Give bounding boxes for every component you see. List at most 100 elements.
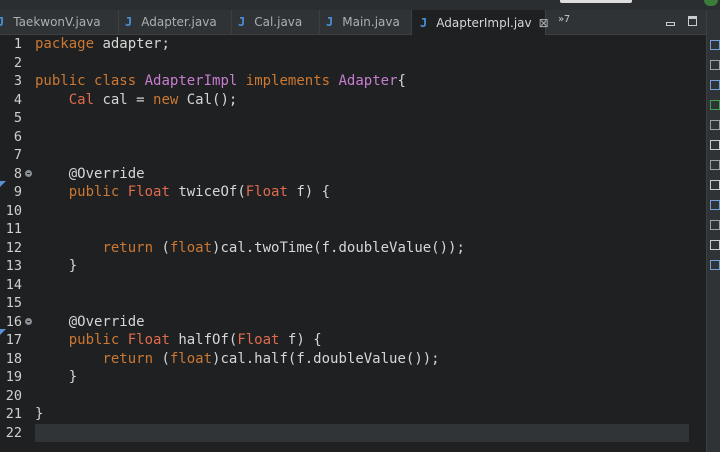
tab-adapterimpl[interactable]: J AdapterImpl.jav ⊠	[412, 10, 549, 35]
code-text: }	[35, 405, 43, 424]
code-line[interactable]: 3 public class AdapterImpl implements Ada…	[0, 72, 706, 91]
code-token: public	[68, 332, 120, 348]
line-number: 14	[5, 276, 22, 293]
code-token: halfOf(	[169, 332, 238, 348]
current-line-highlight	[35, 423, 689, 442]
fold-toggle-icon[interactable]	[25, 169, 32, 177]
maximize-icon[interactable]	[688, 16, 697, 26]
terminal-icon[interactable]	[710, 220, 720, 230]
line-number: 17	[5, 332, 22, 348]
code-text: }	[35, 257, 77, 276]
code-token: adapter;	[94, 36, 170, 52]
tab-main[interactable]: J Main.java	[320, 10, 412, 34]
code-text: return (float)cal.half(f.doubleValue());	[35, 350, 440, 369]
code-line[interactable]: 11	[0, 220, 706, 239]
code-token: float	[169, 239, 213, 256]
code-token: Cal	[68, 91, 95, 108]
code-token: (	[153, 350, 170, 367]
code-token: implements	[245, 73, 331, 89]
line-number: 2	[13, 54, 22, 71]
code-line[interactable]: 10	[0, 202, 706, 221]
hierarchy-icon[interactable]	[710, 180, 720, 190]
tree-icon[interactable]	[710, 80, 720, 90]
code-line[interactable]: 13 }	[0, 257, 706, 276]
tab-cal[interactable]: J Cal.java	[232, 10, 320, 34]
code-token: )cal.half(f.doubleValue());	[212, 350, 440, 367]
code-line[interactable]: 16 @Override	[0, 313, 706, 332]
code-line[interactable]: 4 Cal cal = new Cal();	[0, 91, 706, 110]
code-line[interactable]: 17 public Float halfOf(Float f) {	[0, 329, 706, 350]
code-text: public Float twiceOf(Float f) {	[35, 183, 330, 202]
line-number: 6	[13, 128, 22, 145]
code-token: )cal.twoTime(f.doubleValue());	[212, 239, 465, 256]
line-number: 7	[13, 147, 22, 163]
tab-overflow-button[interactable]: »7	[558, 14, 570, 25]
code-line[interactable]: 22	[0, 423, 706, 442]
code-line[interactable]: 1 package adapter;	[0, 35, 706, 54]
outline-icon[interactable]	[710, 40, 720, 50]
quick-access-field[interactable]	[560, 0, 632, 3]
code-line[interactable]: 7	[0, 146, 706, 165]
console-icon[interactable]	[710, 140, 720, 150]
perspective-icon[interactable]	[704, 0, 718, 6]
code-text: @Override	[35, 165, 145, 184]
code-line[interactable]: 8 @Override	[0, 165, 706, 184]
line-number: 9	[13, 184, 22, 200]
run-icon[interactable]	[710, 100, 720, 110]
tab-adapter[interactable]: J Adapter.java	[119, 10, 232, 34]
code-text: return (float)cal.twoTime(f.doubleValue(…	[35, 239, 465, 258]
window-top-strip	[0, 0, 720, 10]
line-number: 20	[5, 387, 22, 404]
code-token: Float	[127, 184, 170, 200]
search-icon[interactable]	[710, 240, 720, 250]
tab-taekwonv[interactable]: J TaekwonV.java	[0, 10, 119, 34]
code-editor[interactable]: 1 package adapter; 2 3 public class AdapterI…	[0, 35, 706, 452]
view-icon[interactable]	[710, 160, 720, 170]
debug-icon[interactable]	[710, 200, 720, 210]
code-text: }	[35, 368, 77, 387]
tab-label: TaekwonV.java	[13, 15, 101, 29]
code-line[interactable]: 14	[0, 276, 706, 295]
code-token: }	[35, 406, 44, 422]
tab-label: AdapterImpl.jav	[436, 15, 532, 30]
code-token: }	[35, 369, 78, 385]
close-tab-icon[interactable]: ⊠	[539, 16, 549, 30]
line-number: 3	[13, 73, 22, 89]
line-number: 19	[5, 369, 22, 385]
monitor-icon[interactable]	[710, 260, 720, 270]
task-icon[interactable]	[710, 60, 720, 70]
minimize-icon[interactable]	[666, 22, 675, 26]
code-token: f) {	[279, 332, 322, 348]
problems-icon[interactable]	[710, 120, 720, 130]
code-text: package adapter;	[35, 35, 170, 54]
code-line[interactable]: 9 public Float twiceOf(Float f) {	[0, 181, 706, 202]
code-line[interactable]: 2	[0, 54, 706, 73]
code-text: Cal cal = new Cal();	[35, 91, 238, 110]
code-token: twiceOf(	[169, 184, 246, 200]
line-number: 1	[13, 36, 22, 52]
code-token: public	[35, 73, 86, 89]
code-token: @Override	[35, 313, 145, 330]
code-token: }	[35, 258, 78, 274]
code-line[interactable]: 21}	[0, 405, 706, 424]
code-token: {	[397, 73, 406, 89]
code-line[interactable]: 6	[0, 128, 706, 147]
line-number: 11	[5, 221, 22, 237]
line-number: 4	[13, 91, 22, 108]
code-line[interactable]: 5	[0, 109, 706, 128]
code-line[interactable]: 19 }	[0, 368, 706, 387]
code-token: Float	[237, 332, 280, 348]
code-line[interactable]: 20	[0, 387, 706, 406]
code-token: cal =	[94, 91, 154, 108]
line-number: 18	[5, 350, 22, 367]
code-line[interactable]: 15	[0, 294, 706, 313]
code-line[interactable]: 12 return (float)cal.twoTime(f.doubleVal…	[0, 239, 706, 258]
java-file-icon: J	[326, 15, 334, 29]
fold-toggle-icon[interactable]	[25, 317, 32, 325]
code-line[interactable]: 18 return (float)cal.half(f.doubleValue(…	[0, 350, 706, 369]
